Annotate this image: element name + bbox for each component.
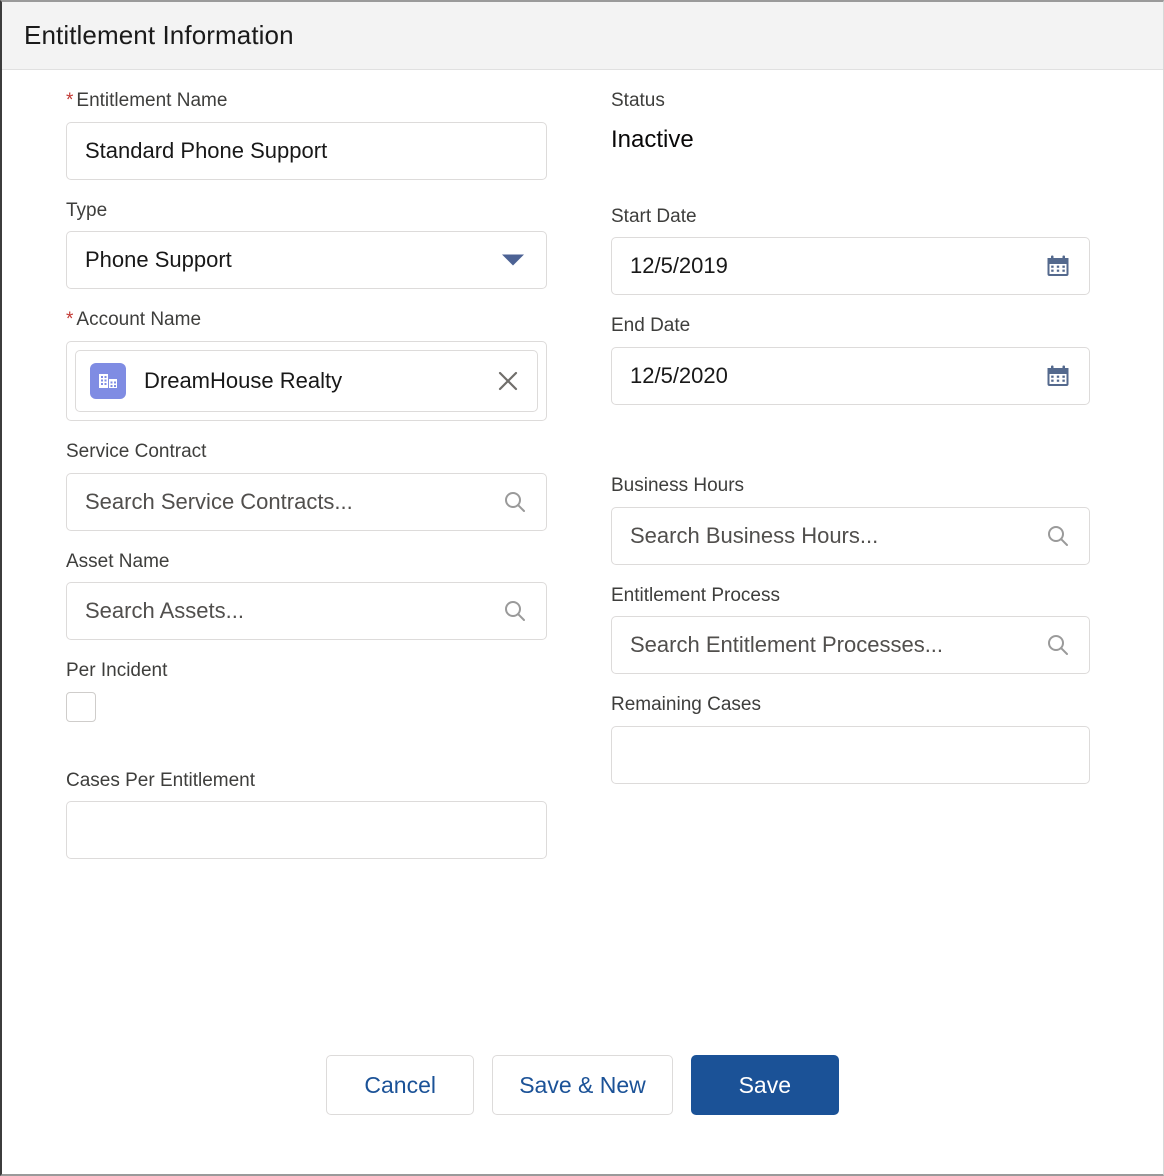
search-icon — [1045, 523, 1071, 549]
entitlement-name-input[interactable]: Standard Phone Support — [66, 121, 547, 180]
start-date-value: 12/5/2019 — [630, 253, 728, 279]
label-service-contract: Service Contract — [66, 440, 207, 462]
asset-name-search-input[interactable]: Search Assets... — [66, 582, 547, 641]
field-per-incident: Per Incident — [66, 658, 547, 722]
service-contract-placeholder: Search Service Contracts... — [85, 488, 353, 514]
label-status: Status — [611, 90, 665, 111]
entitlement-process-placeholder: Search Entitlement Processes... — [630, 632, 944, 658]
label-end-date: End Date — [611, 315, 691, 337]
label-business-hours: Business Hours — [611, 474, 745, 496]
field-end-date: End Date 12/5/2020 — [611, 313, 1090, 405]
field-service-contract: Service Contract Search Service Contract… — [66, 439, 547, 531]
type-value: Phone Support — [85, 247, 232, 273]
label-remaining-cases: Remaining Cases — [611, 694, 761, 716]
account-name-pill[interactable]: DreamHouse Realty — [75, 349, 538, 412]
field-cases-per-entitlement: Cases Per Entitlement — [66, 768, 547, 860]
field-entitlement-process: Entitlement Process Search Entitlement P… — [611, 583, 1090, 675]
close-icon[interactable] — [495, 368, 521, 394]
page-title: Entitlement Information — [24, 20, 294, 50]
label-asset-name: Asset Name — [66, 550, 170, 572]
save-and-new-button[interactable]: Save & New — [492, 1055, 673, 1115]
field-start-date: Start Date 12/5/2019 — [611, 204, 1090, 296]
calendar-icon[interactable] — [1045, 363, 1071, 389]
search-icon — [1045, 632, 1071, 658]
search-icon — [502, 489, 528, 515]
save-button[interactable]: Save — [690, 1055, 839, 1115]
form-column-left: * Entitlement Name Standard Phone Support… — [66, 88, 547, 877]
label-entitlement-process: Entitlement Process — [611, 584, 780, 606]
search-icon — [502, 598, 528, 624]
entitlement-name-value: Standard Phone Support — [85, 137, 328, 163]
account-name-lookup[interactable]: DreamHouse Realty — [66, 340, 547, 421]
field-asset-name: Asset Name Search Assets... — [66, 549, 547, 641]
label-entitlement-name: * Entitlement Name — [66, 90, 228, 111]
calendar-icon[interactable] — [1045, 253, 1071, 279]
per-incident-checkbox[interactable] — [66, 691, 96, 722]
label-per-incident: Per Incident — [66, 660, 168, 682]
business-hours-search-input[interactable]: Search Business Hours... — [611, 506, 1090, 565]
required-asterisk-icon: * — [66, 309, 74, 331]
form-body: * Entitlement Name Standard Phone Support… — [2, 70, 1163, 877]
cases-per-entitlement-input[interactable] — [66, 801, 547, 860]
cancel-button[interactable]: Cancel — [326, 1055, 475, 1115]
business-hours-placeholder: Search Business Hours... — [630, 522, 879, 548]
required-asterisk-icon: * — [66, 90, 74, 111]
label-account-name: * Account Name — [66, 309, 202, 331]
end-date-value: 12/5/2020 — [630, 362, 728, 388]
account-building-icon — [90, 362, 126, 399]
section-header: Entitlement Information — [2, 2, 1163, 70]
form-column-right: Status Inactive Start Date 12/5/2019 End… — [611, 88, 1090, 877]
chevron-down-icon — [502, 254, 524, 266]
account-name-value: DreamHouse Realty — [144, 367, 343, 393]
label-cases-per-entitlement: Cases Per Entitlement — [66, 769, 256, 791]
field-entitlement-name: * Entitlement Name Standard Phone Support — [66, 88, 547, 180]
column-spacer — [611, 425, 1090, 473]
type-combobox[interactable]: Phone Support — [66, 231, 547, 290]
entitlement-process-search-input[interactable]: Search Entitlement Processes... — [611, 616, 1090, 675]
service-contract-search-input[interactable]: Search Service Contracts... — [66, 472, 547, 531]
form-footer: Cancel Save & New Save — [2, 1054, 1163, 1174]
remaining-cases-input[interactable] — [611, 725, 1090, 784]
label-type: Type — [66, 199, 108, 221]
field-account-name: * Account Name DreamHouse Realty — [66, 307, 547, 421]
field-status: Status Inactive — [611, 88, 1090, 162]
status-value: Inactive — [611, 125, 694, 153]
entitlement-form-card: Entitlement Information * Entitlement Nam… — [0, 0, 1164, 1176]
asset-name-placeholder: Search Assets... — [85, 598, 244, 624]
field-remaining-cases: Remaining Cases — [611, 692, 1090, 784]
start-date-input[interactable]: 12/5/2019 — [611, 237, 1090, 296]
end-date-input[interactable]: 12/5/2020 — [611, 346, 1090, 405]
field-type: Type Phone Support — [66, 198, 547, 290]
label-start-date: Start Date — [611, 205, 697, 227]
field-business-hours: Business Hours Search Business Hours... — [611, 473, 1090, 565]
